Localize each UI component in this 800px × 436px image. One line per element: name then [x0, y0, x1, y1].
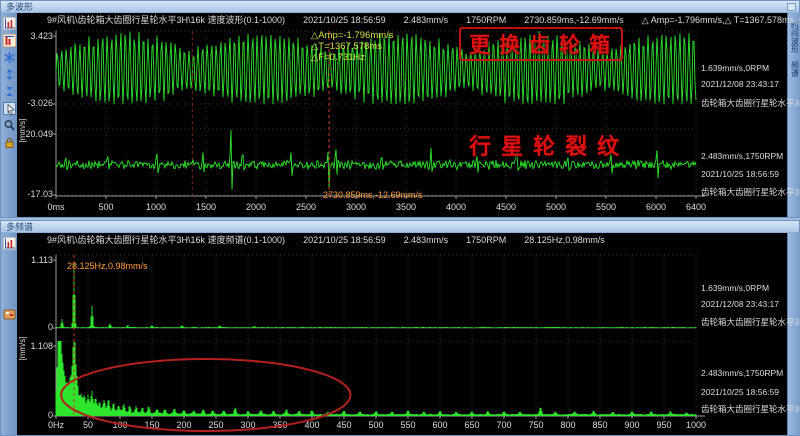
cursor-icon[interactable] — [3, 102, 16, 115]
x-tick-label: 450 — [336, 420, 351, 430]
x-tick-label: 550 — [400, 420, 415, 430]
trace2-overall: 2.483mm/s,1750RPM — [701, 151, 787, 161]
trace1-point: 齿轮箱大齿圈行星轮水平3H — [701, 97, 787, 109]
delta-time: △T=1367.578ms — [311, 41, 394, 52]
collapse-vertical-icon[interactable] — [3, 85, 16, 98]
x-tick-label: 650 — [464, 420, 479, 430]
spectrum-window-title: 多频谱 — [6, 222, 33, 232]
chart-icon[interactable] — [3, 237, 16, 250]
waveform-window-title: 多波形 — [6, 2, 33, 12]
chart-icon[interactable] — [3, 17, 16, 30]
spectrum-window-body: 0Hz5010015020025030035040045050055060065… — [1, 233, 799, 435]
tab-spectrum[interactable]: 频谱 — [789, 61, 800, 77]
x-tick-label: 600 — [432, 420, 447, 430]
waveform-window-titlebar[interactable]: 多波形 — [1, 1, 799, 13]
delta-readout: △ Amp=-1.796mm/s,△ T=1367.578ms,△ F=0.73… — [642, 14, 800, 26]
snowflake-icon[interactable] — [3, 51, 16, 64]
measurement-datetime: 2021/10/25 18:56:59 — [303, 14, 386, 26]
freq-cursor-label: 28.125Hz,0.98mm/s — [67, 261, 148, 271]
time-cursor-label: 2730.859ms,-12.69mm/s — [323, 190, 423, 200]
y-max-label: 1.108 — [30, 341, 53, 351]
trace2-point: 齿轮箱大齿圈行星轮水平3H — [701, 403, 787, 415]
fault-annotation-planet-crack: 行星轮裂纹 — [469, 129, 629, 161]
spectrum-window: 多频谱 0Hz501001502002503003504004505005506… — [0, 220, 800, 436]
trace2-datetime: 2021/10/25 18:56:59 — [701, 169, 787, 179]
x-tick-label: 0Hz — [48, 420, 65, 430]
waveform-chart[interactable]: 0ms 500 1000 1500 2000 2500 3000 3500 4000 4500 50… — [17, 13, 787, 217]
x-tick-label: 4500 — [496, 202, 516, 212]
x-tick-label: 3000 — [346, 202, 366, 212]
trace2-point: 齿轮箱大齿圈行星轮水平3H — [701, 186, 787, 198]
x-tick-label: 3500 — [396, 202, 416, 212]
x-tick-label: 5500 — [596, 202, 616, 212]
y-max-label: 20.049 — [25, 129, 53, 139]
y-axis-unit: [mm/s] — [18, 337, 27, 361]
spectrum-trace — [56, 341, 696, 416]
cursor-readout: 2730.859ms,-12.69mm/s — [524, 14, 624, 26]
y-min-label: 0 — [48, 322, 53, 332]
x-tick-label: 700 — [496, 420, 511, 430]
x-tick-label: 500 — [98, 202, 113, 212]
palette-icon[interactable] — [3, 308, 16, 321]
y-max-label: 1.113 — [31, 255, 53, 265]
trace1-datetime: 2021/12/08 23:43:17 — [701, 299, 787, 309]
x-tick-label: 1000 — [686, 420, 706, 430]
waveform-window: 多波形 0ms 500 1000 1500 2000 2500 3000 3500 4000 45… — [0, 0, 800, 218]
trace1-overall: 1.639mm/s,0RPM — [701, 283, 787, 293]
delta-cursor-annotation: △Amp=-1.796mm/s △T=1367.578ms △F=0.731Hz — [311, 30, 394, 63]
vibration-analysis-app: 多波形 0ms500100015002000250030003500400045… — [0, 0, 800, 436]
x-tick-label: 750 — [528, 420, 543, 430]
x-tick-label: 6400 — [686, 202, 706, 212]
y-min-label: 0 — [48, 410, 53, 420]
x-tick-label: 2500 — [296, 202, 316, 212]
rpm-value: 1750RPM — [466, 234, 506, 246]
delta-freq: △F=0.731Hz — [311, 52, 394, 63]
fault-band-ellipse — [61, 359, 350, 431]
measurement-datetime: 2021/10/25 18:56:59 — [303, 234, 386, 246]
x-tick-label: 1000 — [146, 202, 166, 212]
x-tick-label: 6000 — [646, 202, 666, 212]
trace2-datetime: 2021/10/25 18:56:59 — [701, 387, 787, 397]
measurement-path: 9#风机\齿轮箱大齿圈行星轮水平3H\16k 速度波形(0.1-1000) — [47, 14, 285, 26]
x-tick-label: 4000 — [446, 202, 466, 212]
overall-value: 2.483mm/s — [404, 234, 449, 246]
measurement-path: 9#风机\齿轮箱大齿圈行星轮水平3H\16k 速度频谱(0.1-1000) — [47, 234, 285, 246]
spectrum-window-titlebar[interactable]: 多频谱 — [1, 221, 799, 233]
waveform-toolbar — [1, 13, 17, 217]
expand-vertical-icon[interactable] — [3, 68, 16, 81]
magnifier-icon[interactable] — [3, 119, 16, 132]
x-tick-label: 1500 — [196, 202, 216, 212]
trace1-point: 齿轮箱大齿圈行星轮水平3H — [701, 316, 787, 328]
x-tick-label: 200 — [176, 420, 191, 430]
y-max-label: 3.423 — [30, 31, 53, 41]
spectrum-toolbar — [1, 233, 17, 435]
waveform-header: 9#风机\齿轮箱大齿圈行星轮水平3H\16k 速度波形(0.1-1000) 20… — [47, 14, 787, 26]
x-tick-label: 50 — [83, 420, 93, 430]
cursor-readout: 28.125Hz,0.98mm/s — [524, 234, 605, 246]
lock-icon[interactable] — [3, 136, 16, 149]
x-tick-label: 2000 — [246, 202, 266, 212]
delta-amp: △Amp=-1.796mm/s — [311, 30, 394, 41]
spectrum-header: 9#风机\齿轮箱大齿圈行星轮水平3H\16k 速度频谱(0.1-1000) 20… — [47, 234, 787, 246]
chart-active-icon[interactable] — [3, 34, 16, 47]
x-tick-label: 900 — [624, 420, 639, 430]
x-tick-label: 250 — [208, 420, 223, 430]
x-tick-label: 850 — [592, 420, 607, 430]
window-control-button[interactable] — [787, 3, 796, 11]
x-tick-label: 0ms — [47, 202, 65, 212]
x-tick-label: 5000 — [546, 202, 566, 212]
x-tick-label: 500 — [368, 420, 383, 430]
fault-annotation-replace-gearbox: 更换齿轮箱 — [459, 27, 623, 61]
x-tick-label: 800 — [560, 420, 575, 430]
y-min-label: -17.03 — [27, 189, 53, 199]
y-min-label: -3.026 — [27, 98, 53, 108]
trace1-overall: 1.639mm/s,0RPM — [701, 63, 787, 73]
overall-value: 2.483mm/s — [404, 14, 449, 26]
x-tick-label: 950 — [656, 420, 671, 430]
rpm-value: 1750RPM — [466, 14, 506, 26]
trace2-overall: 2.483mm/s,1750RPM — [701, 368, 787, 378]
waveform-window-body: 0ms 500 1000 1500 2000 2500 3000 3500 4000 4500 50… — [1, 13, 799, 217]
trace1-datetime: 2021/12/08 23:43:17 — [701, 79, 787, 89]
